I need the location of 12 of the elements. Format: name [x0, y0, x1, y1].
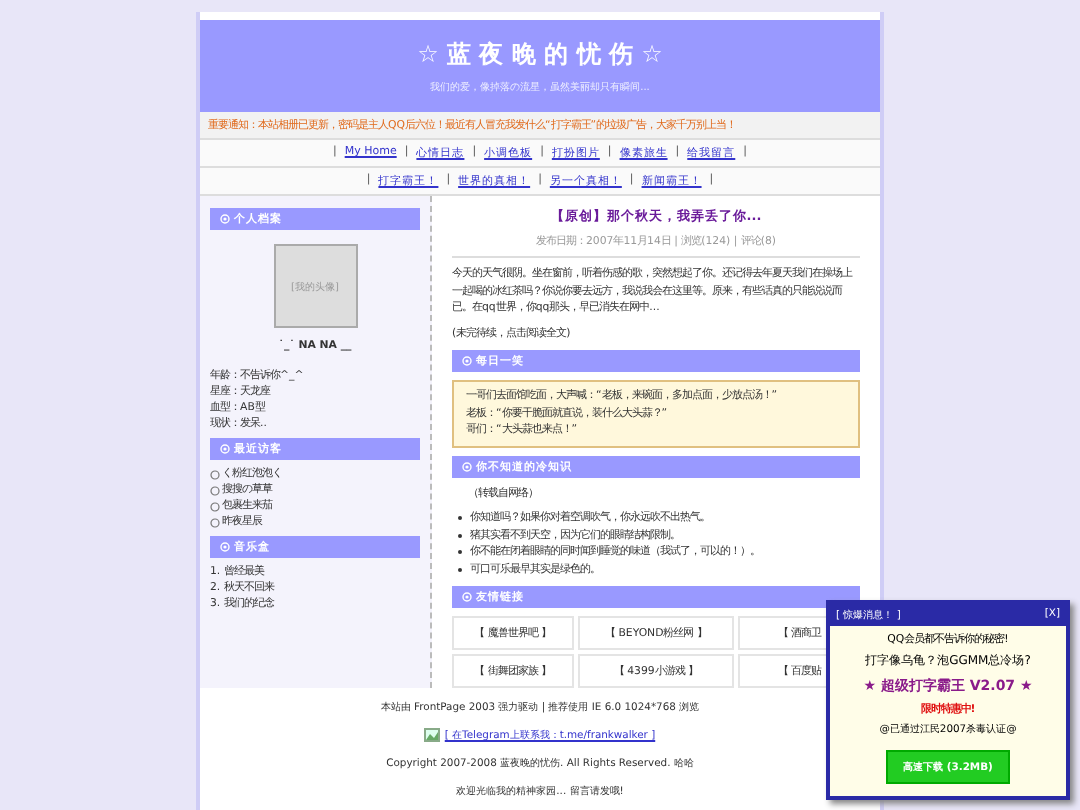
circled-dot-icon — [462, 461, 472, 471]
circle-icon — [210, 485, 220, 495]
circle-icon — [210, 501, 220, 511]
circled-dot-icon — [220, 444, 230, 454]
circled-dot-icon — [462, 356, 472, 366]
circled-dot-icon — [462, 592, 472, 602]
circle-icon — [210, 517, 220, 527]
site-title: ☆ 蓝 夜 晚 的 忧 伤 ☆ — [417, 38, 663, 72]
broken-image-icon — [424, 728, 441, 742]
circled-dot-icon — [220, 542, 230, 552]
circle-icon — [210, 469, 220, 479]
circled-dot-icon — [220, 214, 230, 224]
